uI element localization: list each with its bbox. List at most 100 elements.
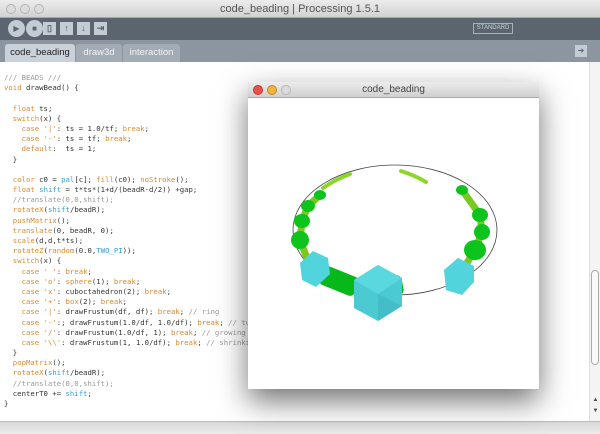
save-button[interactable]: ↓ — [77, 22, 90, 35]
code-line: rotateX(shift/beadR); — [4, 368, 259, 378]
code-constant: TWO_PI — [96, 246, 123, 256]
code-token: ; — [192, 327, 202, 337]
code-token: (1); — [91, 276, 114, 286]
code-line: case '-': ts = tf; break; — [4, 134, 259, 144]
code-line: scale(d,d,t*ts); — [4, 236, 259, 246]
code-keyword: color — [12, 174, 35, 184]
new-button[interactable]: ▯ — [43, 22, 56, 35]
code-token: : ts = 1; — [52, 144, 97, 154]
sketch-canvas[interactable] — [248, 98, 539, 389]
open-button[interactable]: ↑ — [60, 22, 73, 35]
stop-button[interactable]: ■ — [26, 20, 43, 37]
tube-bead — [321, 172, 352, 190]
code-token: /beadR); — [69, 368, 106, 378]
code-keyword: void — [4, 83, 22, 93]
code-line: void drawBead() { — [4, 83, 259, 93]
code-token: ; — [144, 123, 150, 133]
window-title: code_beading | Processing 1.5.1 — [219, 3, 381, 15]
code-constant: shift — [39, 185, 62, 195]
code-keyword: break — [197, 317, 220, 327]
code-line: case 'o': sphere(1); break; — [4, 277, 259, 287]
code-line: case '|': ts = 1.0/tf; break; — [4, 124, 259, 134]
code-line: popMatrix(); — [4, 358, 259, 368]
code-token: [c]; — [74, 174, 97, 184]
code-keyword: '|' — [43, 307, 57, 317]
export-button[interactable]: ⇥ — [94, 22, 107, 35]
code-token: ; — [197, 337, 207, 347]
code-token: (x) { — [39, 256, 62, 266]
code-keyword: default — [21, 144, 53, 154]
status-bar — [0, 421, 600, 434]
code-comment: //translate(0,0,shift); — [4, 378, 114, 388]
close-window-button[interactable] — [6, 4, 16, 14]
code-token: drawBead() { — [21, 83, 79, 93]
code-keyword: '|' — [43, 123, 57, 133]
code-keyword: float — [12, 103, 35, 113]
code-keyword: 'x' — [43, 286, 57, 296]
sketch-window: code_beading — [248, 82, 539, 389]
sketch-minimize-button[interactable] — [267, 85, 277, 95]
code-token: (); — [56, 215, 70, 225]
scroll-up-arrow-icon[interactable]: ▲ — [591, 397, 600, 403]
tab-code-beading[interactable]: code_beading — [5, 44, 75, 62]
ring-bead — [314, 190, 326, 200]
code-line: color c0 = pal[c]; fill(c0); noStroke(); — [4, 175, 259, 185]
sketch-close-button[interactable] — [253, 85, 263, 95]
code-keyword: switch — [12, 256, 40, 266]
sketch-title-bar: code_beading — [248, 82, 539, 98]
code-token: : — [56, 266, 66, 276]
play-icon: ▶ — [13, 24, 20, 33]
code-token: } — [4, 399, 9, 408]
zoom-window-button[interactable] — [34, 4, 44, 14]
tab-menu-arrow-icon[interactable]: ➜ — [575, 45, 587, 57]
code-keyword: rotateZ — [12, 246, 44, 256]
minimize-window-button[interactable] — [20, 4, 30, 14]
upload-arrow-icon: ↑ — [64, 23, 69, 33]
code-keyword: break — [144, 286, 167, 296]
tab-draw3d[interactable]: draw3d — [76, 44, 122, 62]
ring-bead — [294, 214, 310, 228]
code-keyword: popMatrix — [12, 358, 53, 368]
code-token: : cuboctahedron(2); — [56, 286, 145, 296]
code-keyword: break — [157, 307, 180, 317]
code-keyword: '\\' — [43, 337, 62, 347]
scrollbar-thumb[interactable] — [591, 270, 599, 365]
code-keyword: break — [65, 266, 88, 276]
ring-bead — [301, 200, 315, 212]
code-line: } — [4, 399, 259, 409]
code-keyword: break — [105, 134, 128, 144]
mode-selector[interactable]: STANDARD — [473, 23, 513, 34]
code-line: case '/': drawFrustum(1.0/df, 1); break;… — [4, 328, 259, 338]
code-token: ; — [87, 388, 92, 398]
ring-bead — [456, 185, 468, 195]
code-constant: shift — [47, 205, 70, 215]
code-token: :; drawFrustum(1.0/df, 1.0/df); — [56, 317, 198, 327]
code-token: ; — [219, 317, 229, 327]
code-keyword: '+' — [43, 297, 57, 307]
window-title-bar: code_beading | Processing 1.5.1 — [0, 0, 600, 18]
code-line: float ts; — [4, 104, 259, 114]
tab-bar: code_beading draw3d interaction — [0, 40, 600, 62]
code-text: /// BEADS ///void drawBead() { float ts;… — [4, 73, 259, 409]
tab-interaction[interactable]: interaction — [123, 44, 180, 62]
sketch-zoom-button[interactable] — [281, 85, 291, 95]
code-token: (); — [175, 174, 189, 184]
code-keyword: case — [21, 297, 40, 307]
code-line: rotateX(shift/beadR); — [4, 205, 259, 215]
scroll-down-arrow-icon[interactable]: ▼ — [591, 408, 600, 414]
vertical-scrollbar[interactable]: ▲ ▼ — [589, 62, 600, 421]
code-token: } — [4, 154, 18, 164]
code-token: (x) { — [39, 113, 62, 123]
code-keyword: break — [175, 337, 198, 347]
run-button[interactable]: ▶ — [8, 20, 25, 37]
